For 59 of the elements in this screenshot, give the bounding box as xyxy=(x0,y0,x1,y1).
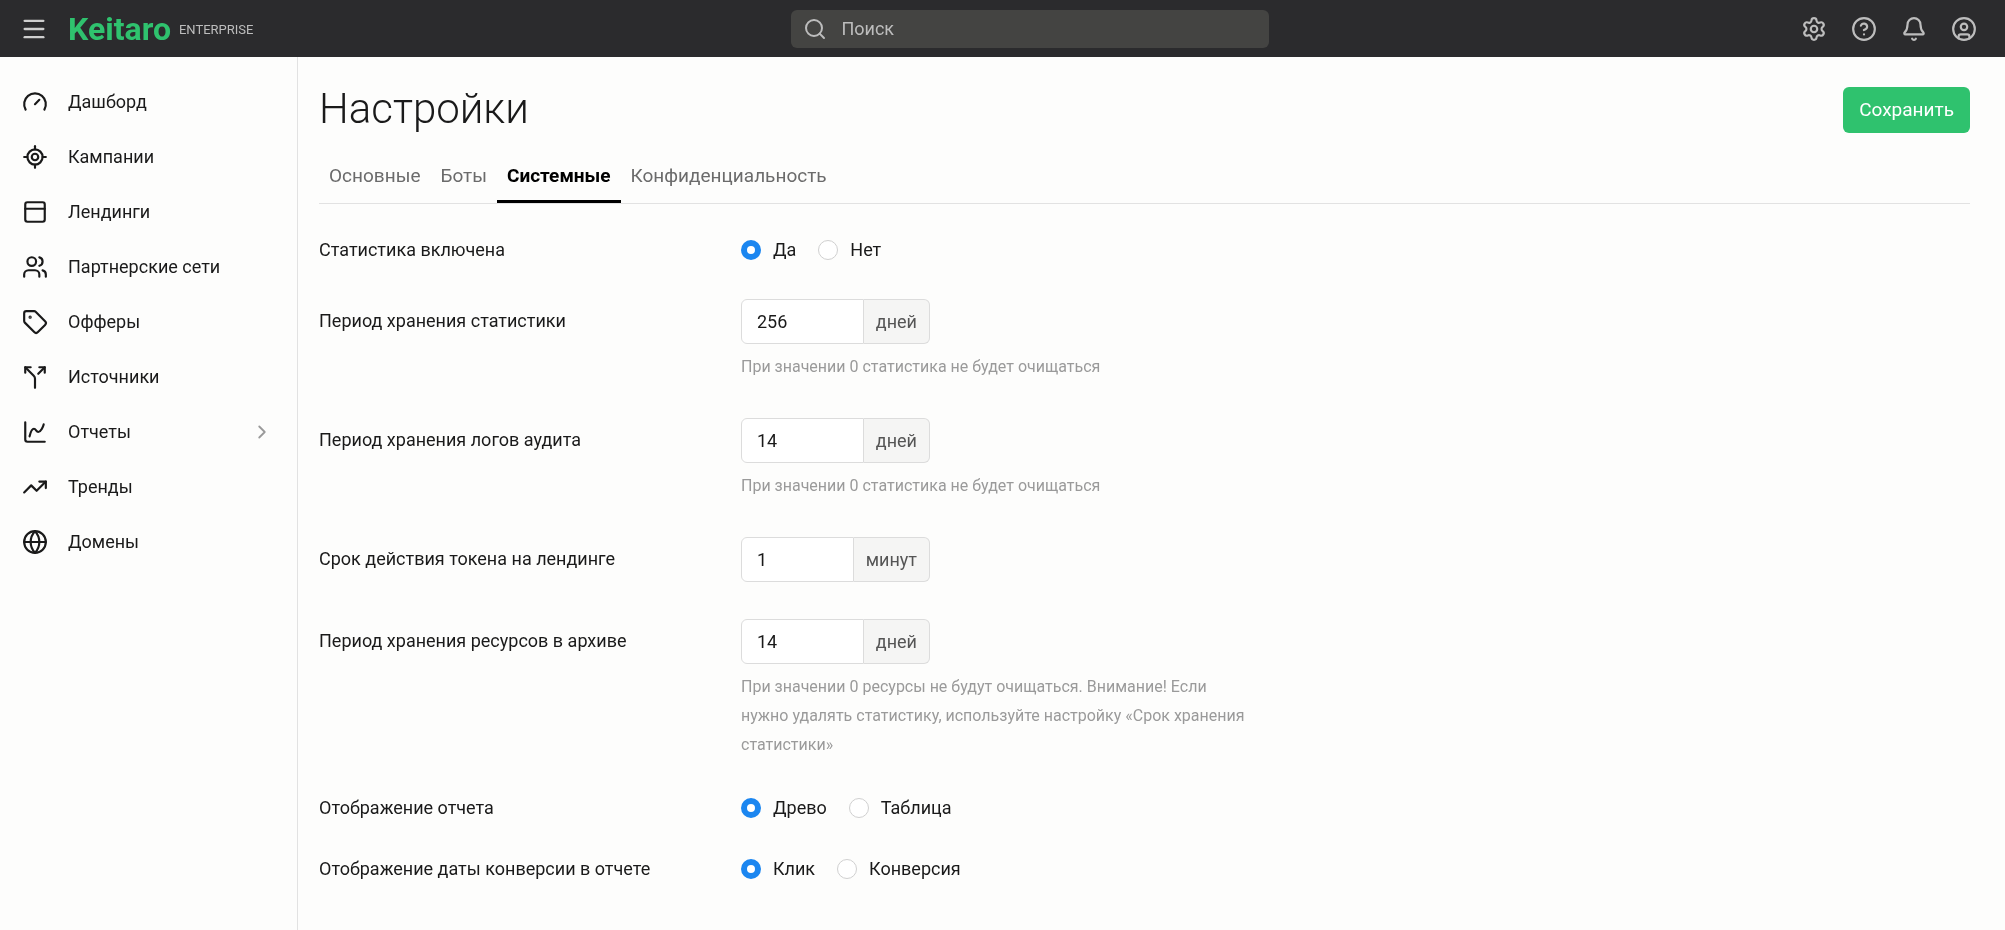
tab[interactable]: Конфиденциальность xyxy=(620,153,837,203)
search-field[interactable]: Поиск xyxy=(791,9,1270,48)
sidebar-item[interactable]: Отчеты xyxy=(0,404,297,459)
sidebar-item[interactable]: Кампании xyxy=(0,129,297,184)
setting-label: Период хранения ресурсов в архиве xyxy=(319,628,628,653)
edition-label: ENTERPRISE xyxy=(178,21,254,39)
number-input[interactable]: 256 xyxy=(741,298,864,344)
radio-option[interactable]: Нет xyxy=(818,237,882,262)
setting-label: Отображение отчета xyxy=(319,795,495,820)
tab[interactable]: Системные xyxy=(496,153,621,203)
radio-button[interactable] xyxy=(741,239,761,260)
sidebar-item[interactable]: Офферы xyxy=(0,294,297,349)
users-icon xyxy=(22,253,48,280)
tab[interactable]: Боты xyxy=(430,153,497,203)
setting-label: Период хранения логов аудита xyxy=(319,427,583,452)
unit-addon: минут xyxy=(853,536,930,582)
radio-button[interactable] xyxy=(837,858,858,879)
tag-icon xyxy=(22,308,48,335)
radio-option[interactable]: Да xyxy=(741,237,797,262)
number-input[interactable]: 1 xyxy=(741,536,854,582)
logo: Keitaro xyxy=(68,12,171,45)
setting-label: Отображение даты конверсии в отчете xyxy=(319,856,652,881)
account-icon[interactable] xyxy=(1951,15,1977,42)
sidebar-item[interactable]: Дашборд xyxy=(0,74,297,129)
radio-button[interactable] xyxy=(848,797,869,818)
hint-text: При значении 0 ресурсы не будут очищаться. Внимание! Если нужно удалять статистику, используйте настройку «Срок хранения статистики» xyxy=(741,675,1246,756)
sidebar-item[interactable]: Домены xyxy=(0,514,297,569)
hint-text: При значении 0 статистика не будет очищаться xyxy=(741,355,1102,378)
search-icon xyxy=(803,16,828,41)
hint-text: При значении 0 статистика не будет очищаться xyxy=(741,474,1102,497)
settings-icon[interactable] xyxy=(1801,15,1827,42)
sidebar-item[interactable]: Тренды xyxy=(0,459,297,514)
radio-button[interactable] xyxy=(818,239,839,260)
unit-addon: дней xyxy=(863,618,930,664)
radio-option[interactable]: Конверсия xyxy=(837,856,961,881)
number-input[interactable]: 14 xyxy=(741,618,864,664)
page-icon xyxy=(22,198,48,225)
radio-button[interactable] xyxy=(741,797,761,818)
tab[interactable]: Основные xyxy=(319,153,431,203)
number-input[interactable]: 14 xyxy=(741,417,864,463)
help-icon[interactable] xyxy=(1851,15,1877,42)
sidebar-item[interactable]: Партнерские сети xyxy=(0,239,297,294)
chart-icon xyxy=(22,418,48,445)
split-arrow-icon xyxy=(22,363,48,390)
radio-option[interactable]: Таблица xyxy=(848,795,952,820)
sidebar-item[interactable]: Лендинги xyxy=(0,184,297,239)
radio-option[interactable]: Клик xyxy=(741,856,816,881)
radio-button[interactable] xyxy=(741,858,761,879)
setting-label: Срок действия токена на лендинге xyxy=(319,546,617,571)
unit-addon: дней xyxy=(863,298,930,344)
setting-label: Статистика включена xyxy=(319,237,506,262)
globe-icon xyxy=(22,528,48,555)
unit-addon: дней xyxy=(863,417,930,463)
sidebar-item[interactable]: Источники xyxy=(0,349,297,404)
radio-option[interactable]: Древо xyxy=(741,795,827,820)
target-icon xyxy=(22,143,48,170)
notifications-icon[interactable] xyxy=(1901,15,1927,42)
page-title: Настройки xyxy=(319,83,529,135)
setting-label: Период хранения статистики xyxy=(319,308,567,333)
